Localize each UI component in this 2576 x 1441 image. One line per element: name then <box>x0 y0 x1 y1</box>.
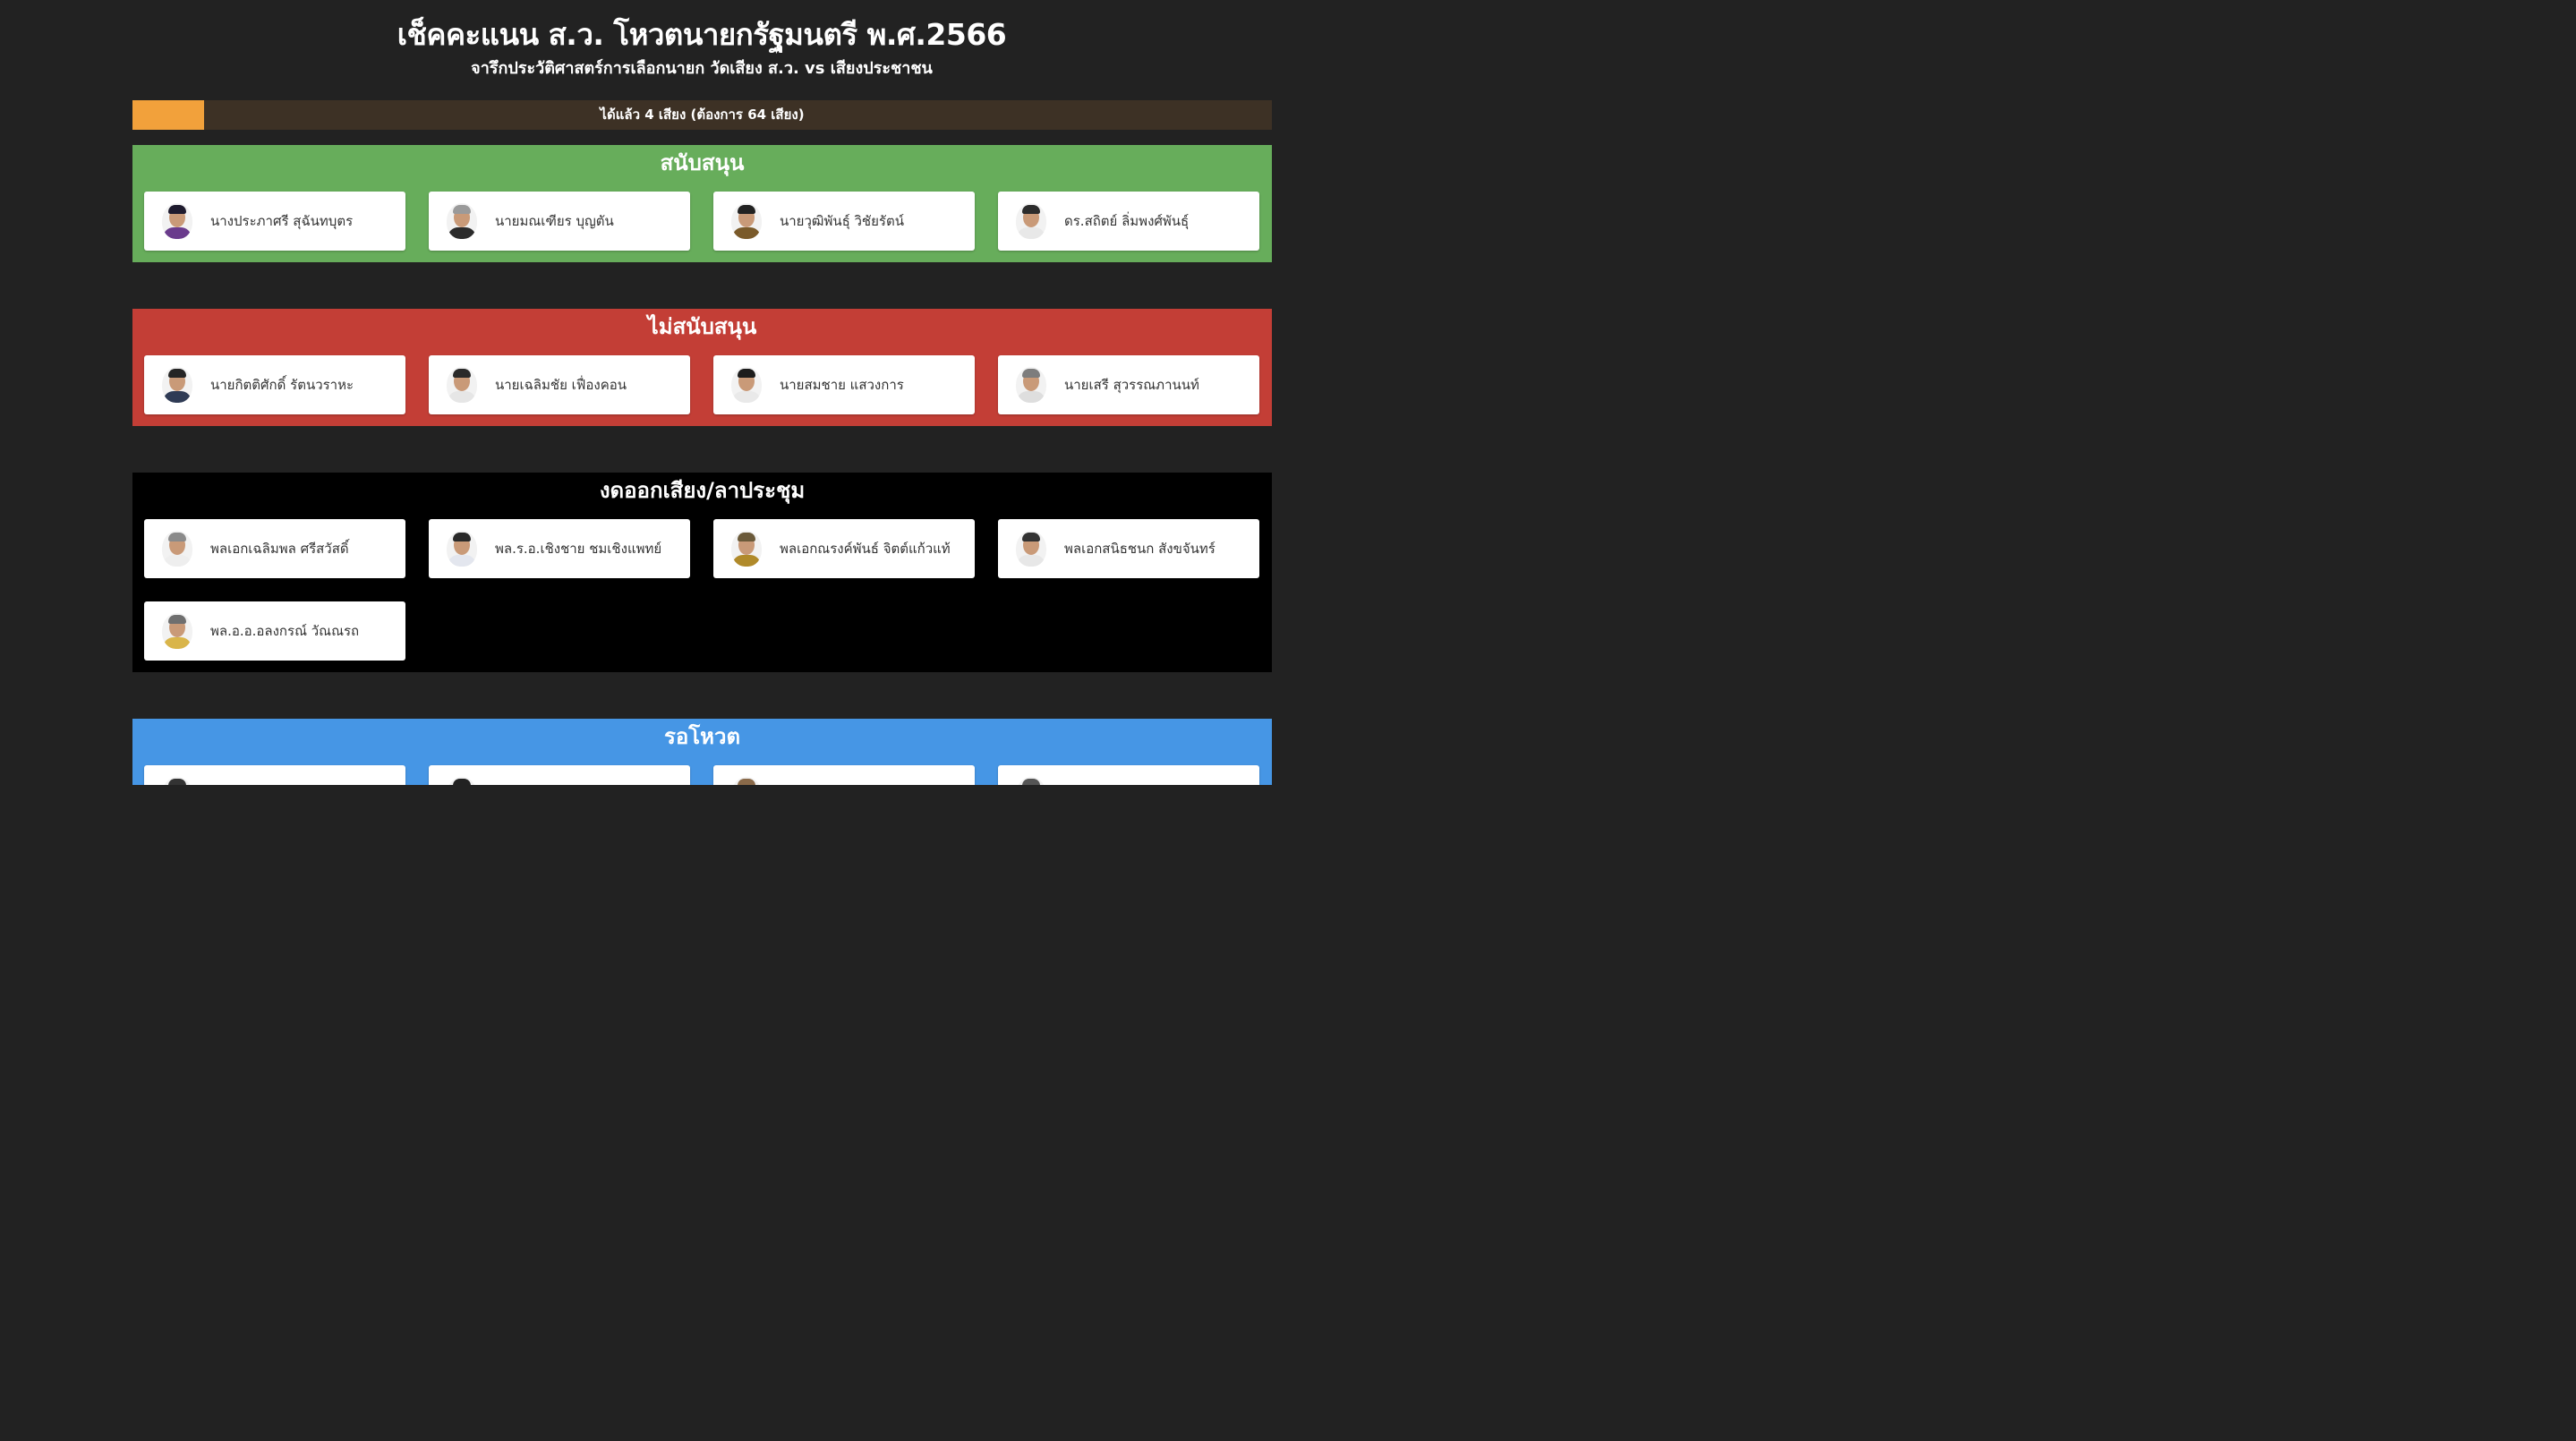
member-photo <box>731 531 762 567</box>
member-card[interactable]: นายเสรี สุวรรณภานนท์ <box>998 355 1259 414</box>
member-photo <box>162 203 192 239</box>
member-photo <box>162 531 192 567</box>
member-card[interactable]: นายเฉลิมชัย เฟื่องคอน <box>429 355 690 414</box>
member-photo <box>1016 531 1046 567</box>
member-list: พลเอกเฉลิมพล ศรีสวัสดิ์ พล.ร.อ.เชิงชาย ช… <box>132 508 1272 672</box>
member-name: นายมณเฑียร บุญตัน <box>495 213 614 229</box>
vote-progress-bar: ได้แล้ว 4 เสียง (ต้องการ 64 เสียง) <box>132 100 1272 130</box>
member-card[interactable]: นายวุฒิพันธุ์ วิชัยรัตน์ <box>713 192 975 251</box>
member-name: ดร.สถิตย์ ลิ่มพงศ์พันธุ์ <box>1064 213 1190 229</box>
member-photo <box>162 367 192 403</box>
member-card[interactable]: นายมณเฑียร บุญตัน <box>429 192 690 251</box>
member-card[interactable]: พลเอกเฉลิมพล ศรีสวัสดิ์ <box>144 519 405 578</box>
member-card[interactable] <box>144 765 405 785</box>
member-card[interactable]: พล.ร.อ.เชิงชาย ชมเชิงแพทย์ <box>429 519 690 578</box>
section-waiting: รอโหวต <box>132 719 1272 785</box>
page-header: เช็คคะแนน ส.ว. โหวตนายกรัฐมนตรี พ.ศ.2566… <box>0 0 1403 81</box>
member-card[interactable] <box>429 765 690 785</box>
member-card[interactable] <box>713 765 975 785</box>
member-name: พลเอกณรงค์พันธ์ จิตต์แก้วแท้ <box>780 541 951 557</box>
member-photo <box>447 367 477 403</box>
member-name: พลเอกเฉลิมพล ศรีสวัสดิ์ <box>210 541 349 557</box>
member-name: นายสมชาย แสวงการ <box>780 377 904 393</box>
member-photo <box>1016 367 1046 403</box>
member-name: นายเฉลิมชัย เฟื่องคอน <box>495 377 627 393</box>
member-photo <box>447 203 477 239</box>
member-photo <box>731 777 762 785</box>
member-name: นายเสรี สุวรรณภานนท์ <box>1064 377 1199 393</box>
member-list: นางประภาศรี สุฉันทบุตร นายมณเฑียร บุญตัน… <box>132 181 1272 262</box>
member-card[interactable]: พล.อ.อ.อลงกรณ์ วัณณรถ <box>144 601 405 661</box>
member-photo <box>162 613 192 649</box>
member-card[interactable]: ดร.สถิตย์ ลิ่มพงศ์พันธุ์ <box>998 192 1259 251</box>
member-list <box>132 755 1272 785</box>
page-subtitle: จารึกประวัติศาสตร์การเลือกนายก วัดเสียง … <box>471 59 933 78</box>
section-not-support: ไม่สนับสนุน นายกิตติศักดิ์ รัตนวราหะ นาย… <box>132 309 1272 426</box>
member-photo <box>162 777 192 785</box>
member-card[interactable] <box>998 765 1259 785</box>
member-card[interactable]: พลเอกณรงค์พันธ์ จิตต์แก้วแท้ <box>713 519 975 578</box>
member-name: นายกิตติศักดิ์ รัตนวราหะ <box>210 377 354 393</box>
member-name: นายวุฒิพันธุ์ วิชัยรัตน์ <box>780 213 904 229</box>
section-title: งดออกเสียง/ลาประชุม <box>599 478 806 503</box>
section-title: รอโหวต <box>663 724 741 749</box>
member-card[interactable]: พลเอกสนิธชนก สังขจันทร์ <box>998 519 1259 578</box>
section-title: สนับสนุน <box>660 150 745 175</box>
member-photo <box>731 367 762 403</box>
section-abstain: งดออกเสียง/ลาประชุม พลเอกเฉลิมพล ศรีสวัส… <box>132 473 1272 672</box>
member-name: พล.อ.อ.อลงกรณ์ วัณณรถ <box>210 623 360 639</box>
member-photo <box>1016 777 1046 785</box>
member-name: พล.ร.อ.เชิงชาย ชมเชิงแพทย์ <box>495 541 662 557</box>
member-photo <box>731 203 762 239</box>
section-support: สนับสนุน นางประภาศรี สุฉันทบุตร นายมณเฑี… <box>132 145 1272 262</box>
member-name: พลเอกสนิธชนก สังขจันทร์ <box>1064 541 1215 557</box>
member-list: นายกิตติศักดิ์ รัตนวราหะ นายเฉลิมชัย เฟื… <box>132 345 1272 426</box>
section-title: ไม่สนับสนุน <box>647 314 757 339</box>
page-title: เช็คคะแนน ส.ว. โหวตนายกรัฐมนตรี พ.ศ.2566 <box>397 17 1007 52</box>
vote-progress-label: ได้แล้ว 4 เสียง (ต้องการ 64 เสียง) <box>600 107 805 123</box>
member-card[interactable]: นายกิตติศักดิ์ รัตนวราหะ <box>144 355 405 414</box>
member-photo <box>1016 203 1046 239</box>
member-card[interactable]: นางประภาศรี สุฉันทบุตร <box>144 192 405 251</box>
member-photo <box>447 531 477 567</box>
page: เช็คคะแนน ส.ว. โหวตนายกรัฐมนตรี พ.ศ.2566… <box>0 0 1403 785</box>
member-name: นางประภาศรี สุฉันทบุตร <box>210 213 354 229</box>
member-photo <box>447 777 477 785</box>
member-card[interactable]: นายสมชาย แสวงการ <box>713 355 975 414</box>
